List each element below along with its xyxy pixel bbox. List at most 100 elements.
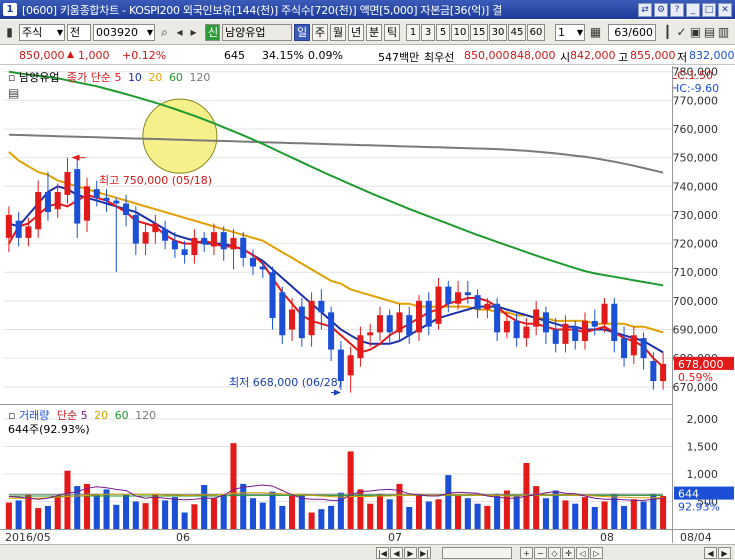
scroll-last-icon[interactable]: ▶| xyxy=(418,547,431,559)
interval-button[interactable]: 60 xyxy=(527,24,545,41)
trade-volume: 645 xyxy=(224,49,245,62)
candle-body xyxy=(220,232,227,250)
volume-bar xyxy=(103,489,110,529)
volume-bar xyxy=(601,501,608,529)
open-label: 시 xyxy=(560,51,571,64)
checkmark-icon[interactable]: ✓ xyxy=(674,25,689,40)
period-tab[interactable]: 주 xyxy=(312,24,328,41)
window-number-badge[interactable]: 1 xyxy=(3,3,17,16)
y-tick-label: 2,000 xyxy=(687,413,719,426)
scroll-right-icon[interactable]: ▶ xyxy=(718,547,731,559)
speaker-icon[interactable]: ◂ xyxy=(172,25,187,40)
high-marker-arrow xyxy=(71,154,80,161)
candle-body xyxy=(35,192,42,230)
candle-body xyxy=(230,237,237,250)
volume-bar xyxy=(74,486,81,529)
print-icon[interactable]: ▥ xyxy=(716,25,731,40)
candle-body xyxy=(523,326,530,339)
table-view-icon[interactable]: ▤ xyxy=(8,86,19,100)
scroll-thumb[interactable] xyxy=(442,547,512,559)
current-pct-label: 0.59% xyxy=(678,371,713,384)
volume-bar xyxy=(406,507,413,529)
legend-ma60: 60 xyxy=(168,71,183,84)
page-count-field[interactable]: 63/600 xyxy=(608,24,656,41)
period-tab[interactable]: 틱 xyxy=(384,24,400,41)
market-select[interactable]: 주식 ▼ xyxy=(19,24,65,41)
next-page-icon[interactable]: ▷ xyxy=(590,547,603,559)
period-tab[interactable]: 일 xyxy=(294,24,310,41)
new-listing-badge-text: 신 xyxy=(208,26,219,39)
interval-button[interactable]: 30 xyxy=(489,24,507,41)
high-label: 고 xyxy=(618,51,629,64)
prev-page-icon[interactable]: ◁ xyxy=(576,547,589,559)
period-tab[interactable]: 월 xyxy=(330,24,346,41)
volume-bar xyxy=(572,503,579,529)
link-icon[interactable]: ⇄ xyxy=(638,2,652,17)
quote-info-row: 850,000 ▲ 1,000 +0.12% 645 34.15% 0.09% … xyxy=(0,46,735,65)
pin-icon[interactable]: ▮ xyxy=(2,25,17,40)
interval-button[interactable]: 45 xyxy=(508,24,526,41)
zoom-fit-icon[interactable]: ◇ xyxy=(548,547,561,559)
volume-legend-ma20: 20 xyxy=(94,409,109,422)
volume-rate: 0.09% xyxy=(308,49,343,62)
candle-body xyxy=(269,272,276,319)
y-tick-label: 690,000 xyxy=(673,324,719,337)
bar-chart-icon[interactable]: ┃ xyxy=(660,25,675,40)
crosshair-icon[interactable]: ✛ xyxy=(562,547,575,559)
interval-select[interactable]: 1 ▼ xyxy=(555,24,585,41)
candle-body xyxy=(464,292,471,296)
scroll-left-icon[interactable]: ◀ xyxy=(704,547,717,559)
price-chart[interactable]: 780,000770,000760,000750,000740,000730,0… xyxy=(0,66,735,404)
volume-bar xyxy=(425,501,432,529)
volume-bar xyxy=(435,499,442,529)
interval-button[interactable]: 10 xyxy=(451,24,469,41)
maximize-icon[interactable]: □ xyxy=(702,2,716,17)
chart-scrollbar[interactable]: |◀ ◀ ▶ ▶| + − ◇ ✛ ◁ ▷ ◀ ▶ xyxy=(0,544,735,560)
volume-bar xyxy=(44,505,51,529)
interval-button[interactable]: 1 xyxy=(406,24,420,41)
zoom-out-icon[interactable]: − xyxy=(534,547,547,559)
minimize-icon[interactable]: _ xyxy=(686,2,700,17)
arrow-icon[interactable]: ▸ xyxy=(186,25,201,40)
volume-bar xyxy=(484,505,491,529)
stock-code-input[interactable]: 003920 ▼ xyxy=(93,24,155,41)
candle-body xyxy=(572,326,579,341)
zoom-in-icon[interactable]: + xyxy=(520,547,533,559)
volume-bar xyxy=(162,500,169,529)
market-mode-select[interactable]: 전 xyxy=(67,24,91,41)
best-ask: 850,000 xyxy=(464,49,510,62)
x-tick-label: 08/04 xyxy=(680,531,712,544)
grid-icon[interactable]: ▦ xyxy=(588,25,603,40)
candle-body xyxy=(93,189,100,198)
candle-body xyxy=(581,320,589,341)
volume-bar xyxy=(35,508,42,529)
y-tick-label: 1,500 xyxy=(687,441,719,454)
candle-body xyxy=(318,300,325,313)
period-tab[interactable]: 분 xyxy=(366,24,382,41)
volume-bar xyxy=(474,503,481,529)
volume-bar xyxy=(191,504,198,529)
candle-body xyxy=(162,229,169,241)
interval-button[interactable]: 5 xyxy=(436,24,450,41)
help-icon[interactable]: ? xyxy=(670,2,684,17)
period-tab[interactable]: 년 xyxy=(348,24,364,41)
legend-ma-label: 종가 단순 xyxy=(66,71,111,84)
scroll-next-icon[interactable]: ▶ xyxy=(404,547,417,559)
interval-button[interactable]: 3 xyxy=(421,24,435,41)
settings-icon[interactable]: ⚙ xyxy=(654,2,668,17)
low-label: 저 xyxy=(677,51,688,64)
close-icon[interactable]: ✕ xyxy=(718,2,732,17)
interval-button[interactable]: 15 xyxy=(470,24,488,41)
chevron-down-icon: ▼ xyxy=(576,28,583,37)
scroll-first-icon[interactable]: |◀ xyxy=(376,547,389,559)
search-icon[interactable]: ⌕ xyxy=(157,25,172,40)
save-icon[interactable]: ▤ xyxy=(702,25,717,40)
volume-bar xyxy=(308,512,315,529)
candle-body xyxy=(289,309,296,330)
lock-icon[interactable]: ▣ xyxy=(688,25,703,40)
scroll-prev-icon[interactable]: ◀ xyxy=(390,547,403,559)
low-marker-arrow xyxy=(333,389,341,396)
candle-body xyxy=(513,320,520,339)
stock-code-value: 003920 xyxy=(96,26,138,39)
candle-body xyxy=(660,363,667,382)
